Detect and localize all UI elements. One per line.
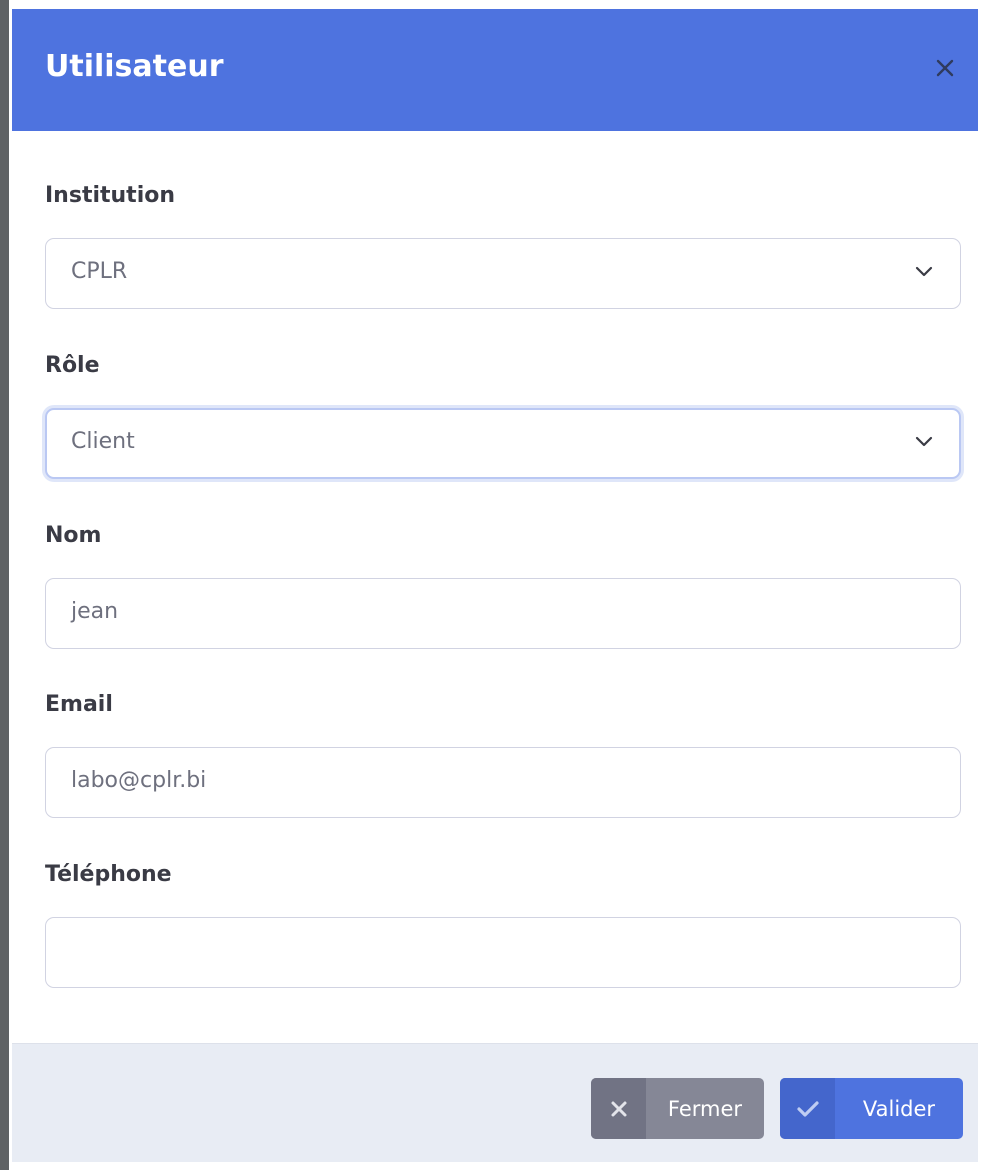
role-value: Client [71,429,135,454]
modal-header: Utilisateur [12,9,978,131]
fermer-button[interactable]: Fermer [591,1078,764,1139]
nom-label: Nom [45,523,102,548]
role-label: Rôle [45,353,100,378]
email-input[interactable]: labo@cplr.bi [45,747,961,818]
chevron-down-icon [915,266,933,277]
fermer-label: Fermer [667,1096,743,1121]
telephone-label: Téléphone [45,862,172,887]
times-icon [591,1078,646,1139]
valider-button[interactable]: Valider [780,1078,963,1139]
user-modal: Utilisateur Institution CPLR Rôle Client… [12,9,978,1162]
modal-title: Utilisateur [45,49,224,84]
nom-input[interactable]: jean [45,578,961,649]
modal-footer: Fermer Valider [12,1043,978,1162]
email-label: Email [45,692,113,717]
close-icon [936,59,954,77]
email-value: labo@cplr.bi [71,768,207,793]
backdrop-edge [0,0,9,1170]
nom-value: jean [71,599,119,624]
institution-label: Institution [45,183,176,208]
institution-value: CPLR [71,259,128,284]
telephone-input[interactable] [45,917,961,988]
role-select[interactable]: Client [45,408,961,479]
chevron-down-icon [915,436,933,447]
valider-label: Valider [862,1096,936,1121]
close-button[interactable] [930,53,960,83]
check-icon [780,1078,835,1139]
institution-select[interactable]: CPLR [45,238,961,309]
